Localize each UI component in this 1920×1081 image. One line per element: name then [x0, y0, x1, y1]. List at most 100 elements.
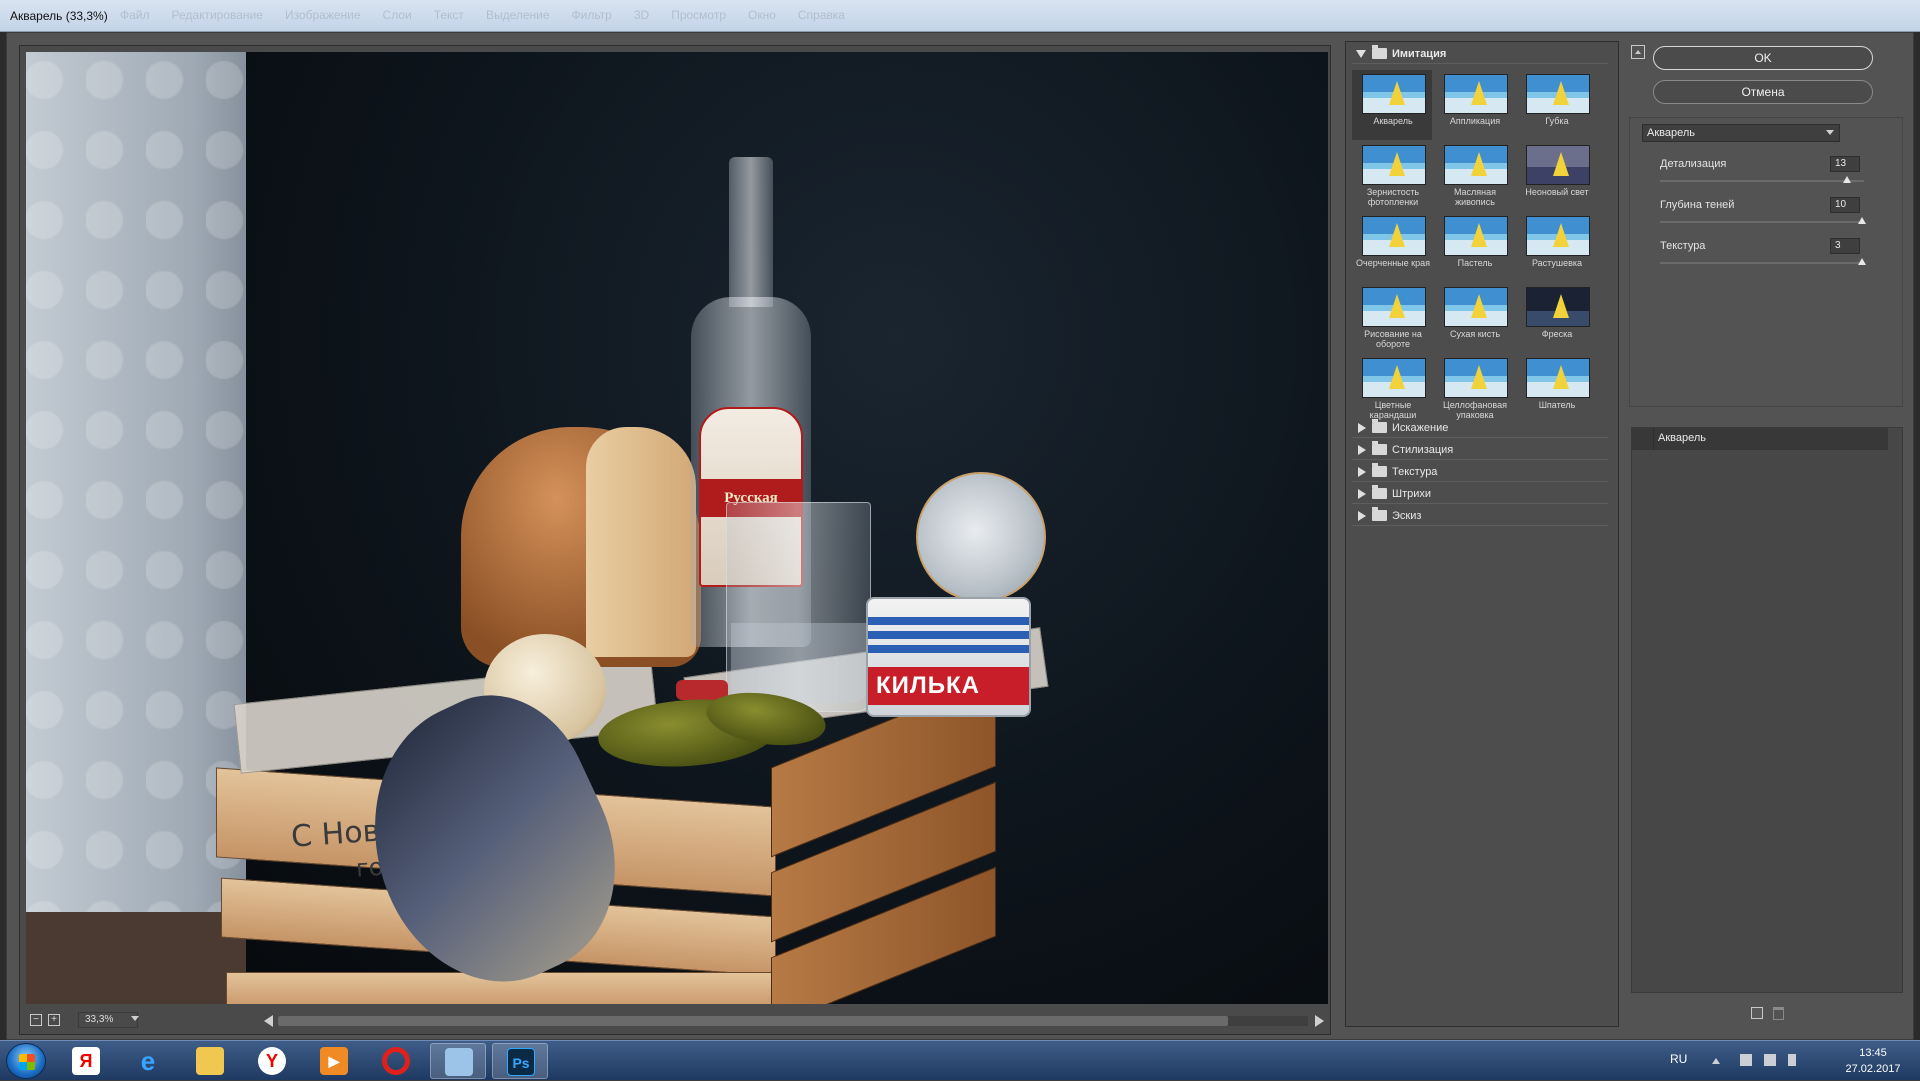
filter-thumb[interactable]: Пастель — [1434, 212, 1514, 282]
expand-triangle-icon[interactable] — [1358, 467, 1366, 477]
chevron-down-icon[interactable] — [131, 1016, 139, 1021]
slider-track[interactable] — [1660, 262, 1864, 264]
category-texture[interactable]: Текстура — [1352, 462, 1608, 482]
expand-triangle-icon[interactable] — [1358, 423, 1366, 433]
preview-image[interactable]: С Новым 2017 годом Русская — [26, 52, 1328, 1004]
effect-layer-name: Акварель — [1658, 432, 1707, 444]
trash-icon[interactable] — [1773, 1007, 1784, 1020]
filter-thumb[interactable]: Растушевка — [1516, 212, 1596, 282]
filter-preview-image — [1526, 287, 1590, 327]
filter-label: Масляная живопись — [1453, 187, 1497, 207]
taskbar-file-explorer[interactable] — [182, 1043, 238, 1079]
slider-track[interactable] — [1660, 180, 1864, 182]
flag-icon[interactable] — [1740, 1054, 1752, 1066]
horizontal-scrollbar[interactable] — [264, 1014, 1324, 1028]
sprat-can: КИЛЬКА — [866, 597, 1031, 717]
collapse-gallery-icon[interactable] — [1631, 45, 1645, 59]
menu-item[interactable]: Текст — [434, 8, 464, 22]
effect-layer-row[interactable]: Акварель — [1632, 428, 1888, 450]
param-value-input[interactable]: 13 — [1830, 156, 1860, 172]
filter-preview-image — [1362, 287, 1426, 327]
slider-handle[interactable] — [1843, 176, 1851, 183]
filter-thumb[interactable]: Шпатель — [1516, 354, 1596, 424]
filter-thumb[interactable]: Фреска — [1516, 283, 1596, 353]
slider-handle[interactable] — [1858, 258, 1866, 265]
taskbar-yandex[interactable]: Я — [58, 1043, 114, 1079]
taskbar-photo-viewer[interactable] — [430, 1043, 486, 1079]
filter-thumb[interactable]: Масляная живопись — [1434, 141, 1514, 211]
filter-thumb[interactable]: Неоновый свет — [1516, 141, 1596, 211]
battery-icon[interactable] — [1788, 1054, 1796, 1066]
filter-label: Цветные карандаши — [1369, 400, 1417, 420]
start-button[interactable] — [6, 1043, 46, 1079]
glass-water — [731, 623, 866, 703]
filter-select-value: Акварель — [1647, 127, 1696, 139]
taskbar-internet-explorer[interactable]: e — [120, 1043, 176, 1079]
cancel-button[interactable]: Отмена — [1653, 80, 1873, 104]
menu-item[interactable]: Изображение — [285, 8, 361, 22]
taskbar-yandex-browser[interactable]: Y — [244, 1043, 300, 1079]
filter-label: Пастель — [1457, 258, 1493, 268]
filter-thumb[interactable]: Акварель — [1352, 70, 1432, 140]
filter-select[interactable]: Акварель — [1642, 124, 1840, 142]
menu-item[interactable]: Фильтр — [572, 8, 612, 22]
title-bar: Акварель (33,3%) Файл Редактирование Изо… — [0, 0, 1920, 32]
category-brush-strokes[interactable]: Штрихи — [1352, 484, 1608, 504]
expand-triangle-icon[interactable] — [1356, 50, 1366, 58]
scroll-right-arrow-icon[interactable] — [1315, 1015, 1324, 1027]
menu-item[interactable]: Окно — [748, 8, 776, 22]
play-icon: ▶ — [320, 1047, 348, 1075]
menu-item[interactable]: 3D — [634, 8, 649, 22]
menu-item[interactable]: Редактирование — [172, 8, 263, 22]
category-stylize[interactable]: Стилизация — [1352, 440, 1608, 460]
filter-thumb[interactable]: Сухая кисть — [1434, 283, 1514, 353]
visibility-toggle[interactable] — [1632, 428, 1654, 450]
zoom-out-button[interactable]: − — [30, 1014, 42, 1026]
menu-item[interactable]: Файл — [120, 8, 150, 22]
scroll-thumb[interactable] — [278, 1016, 1228, 1026]
filter-thumb[interactable]: Зернистость фотопленки — [1352, 141, 1432, 211]
filter-label: Очерченные края — [1356, 258, 1430, 268]
chevron-down-icon[interactable] — [1826, 130, 1834, 135]
folder-icon — [1372, 45, 1387, 59]
filter-thumb[interactable]: Рисование на обороте — [1352, 283, 1432, 353]
filter-preview-image — [1526, 358, 1590, 398]
ok-button[interactable]: OK — [1653, 46, 1873, 70]
filter-preview-image — [1444, 216, 1508, 256]
taskbar-media-player[interactable]: ▶ — [306, 1043, 362, 1079]
photoshop-window: Акварель (33,3%) Файл Редактирование Изо… — [0, 0, 1920, 1040]
param-value-input[interactable]: 10 — [1830, 197, 1860, 213]
filter-thumb[interactable]: Цветные карандаши — [1352, 354, 1432, 424]
folder-icon — [1372, 441, 1387, 455]
expand-triangle-icon[interactable] — [1358, 489, 1366, 499]
taskbar-opera[interactable] — [368, 1043, 424, 1079]
clock[interactable]: 13:45 27.02.2017 — [1838, 1045, 1908, 1077]
filter-thumb[interactable]: Очерченные края — [1352, 212, 1432, 282]
filter-thumb[interactable]: Аппликация — [1434, 70, 1514, 140]
filter-label: Рисование на обороте — [1364, 329, 1422, 349]
zoom-in-button[interactable]: + — [48, 1014, 60, 1026]
scroll-left-arrow-icon[interactable] — [264, 1015, 273, 1027]
menu-item[interactable]: Выделение — [486, 8, 550, 22]
show-hidden-icons-icon[interactable] — [1712, 1058, 1720, 1064]
slider-handle[interactable] — [1858, 217, 1866, 224]
network-icon[interactable] — [1764, 1054, 1776, 1066]
param-value-input[interactable]: 3 — [1830, 238, 1860, 254]
slider-track[interactable] — [1660, 221, 1864, 223]
taskbar-photoshop[interactable]: Ps — [492, 1043, 548, 1079]
menu-item[interactable]: Просмотр — [671, 8, 726, 22]
expand-triangle-icon[interactable] — [1358, 445, 1366, 455]
category-imitation[interactable]: Имитация — [1352, 44, 1608, 64]
language-indicator[interactable]: RU — [1670, 1052, 1687, 1066]
category-distort[interactable]: Искажение — [1352, 418, 1608, 438]
expand-triangle-icon[interactable] — [1358, 511, 1366, 521]
category-sketch[interactable]: Эскиз — [1352, 506, 1608, 526]
zoom-level[interactable]: 33,3% — [78, 1012, 138, 1028]
yandex-browser-icon: Y — [258, 1047, 286, 1075]
menu-item[interactable]: Слои — [383, 8, 412, 22]
filter-thumb[interactable]: Целлофановая упаковка — [1434, 354, 1514, 424]
menu-item[interactable]: Справка — [798, 8, 845, 22]
new-effect-layer-icon[interactable] — [1751, 1007, 1763, 1019]
filter-thumb[interactable]: Губка — [1516, 70, 1596, 140]
system-tray: RU 13:45 27.02.2017 — [1660, 1041, 1920, 1081]
